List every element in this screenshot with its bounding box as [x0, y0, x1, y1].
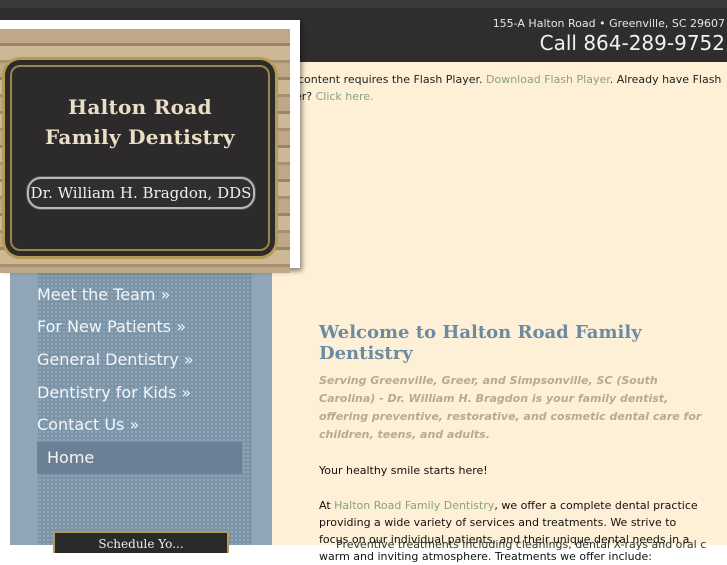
logo-plaque: Halton Road Family Dentistry Dr. William…	[2, 57, 278, 259]
nav-item-new-patients[interactable]: For New Patients »	[37, 311, 242, 343]
tagline: Your healthy smile starts here!	[319, 464, 488, 477]
nav-item-dentistry-for-kids[interactable]: Dentistry for Kids »	[37, 377, 242, 409]
click-here-link[interactable]: Click here.	[316, 90, 374, 103]
nav-item-meet-the-team[interactable]: Meet the Team »	[37, 279, 242, 311]
address-text: 155-A Halton Road • Greenville, SC 29607	[492, 17, 725, 30]
para-prefix: At	[319, 499, 335, 512]
flash-text: This content requires the Flash Player.	[272, 73, 483, 86]
nav-item-home[interactable]: Home	[37, 442, 242, 474]
treatment-list-item: Preventive treatments including cleaning…	[336, 538, 706, 551]
intro-text: Serving Greenville, Greer, and Simpsonvi…	[319, 374, 702, 441]
practice-name-line2: Family Dentistry	[45, 125, 235, 149]
page-title: Welcome to Halton Road Family Dentistry	[319, 322, 642, 364]
main-content: Welcome to Halton Road Family Dentistry …	[319, 322, 704, 565]
flash-notice: This content requires the Flash Player. …	[272, 71, 724, 105]
doctor-name-badge: Dr. William H. Bragdon, DDS	[27, 177, 255, 209]
download-flash-link[interactable]: Download Flash Player	[486, 73, 610, 86]
header-strip	[0, 0, 727, 8]
practice-name-line1: Halton Road	[68, 95, 212, 119]
nav-item-contact-us[interactable]: Contact Us »	[37, 409, 242, 441]
practice-link[interactable]: Halton Road Family Dentistry	[334, 499, 494, 512]
phone-number[interactable]: Call 864-289-9752	[540, 31, 725, 55]
logo-frame: Halton Road Family Dentistry Dr. William…	[0, 20, 300, 273]
nav-item-general-dentistry[interactable]: General Dentistry »	[37, 344, 242, 376]
schedule-button[interactable]: Schedule Yo...	[53, 531, 229, 553]
practice-name: Halton Road Family Dentistry	[5, 92, 275, 152]
services-paragraph: At Halton Road Family Dentistry, we offe…	[319, 497, 704, 565]
